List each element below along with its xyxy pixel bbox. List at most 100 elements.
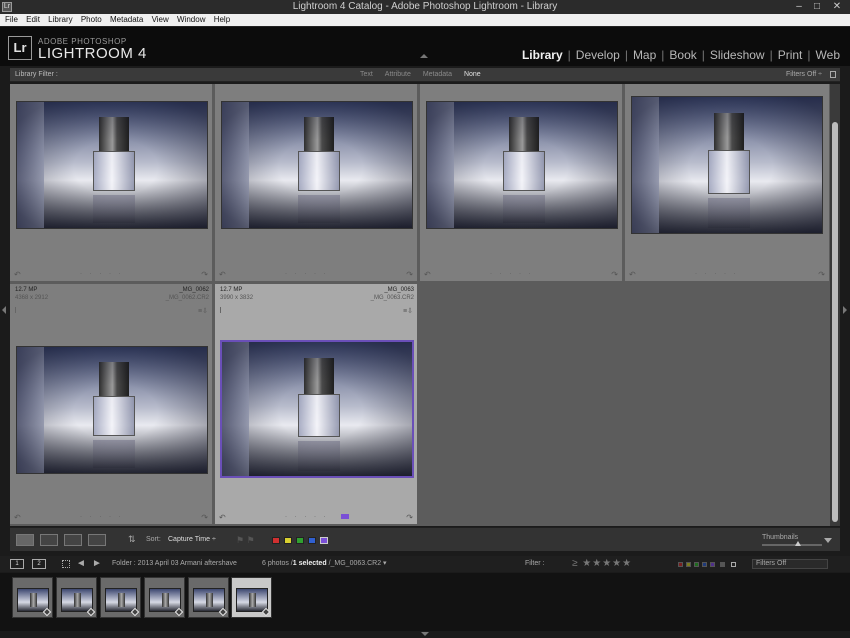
module-map[interactable]: Map xyxy=(633,48,656,62)
rotate-left-icon[interactable]: ↶ xyxy=(424,270,431,279)
menu-edit[interactable]: Edit xyxy=(26,14,40,26)
menu-help[interactable]: Help xyxy=(214,14,230,26)
collapse-filmstrip-icon[interactable] xyxy=(421,632,429,636)
rating-dots[interactable]: · · · · · xyxy=(490,271,534,277)
filmstrip-thumbnail-selected[interactable] xyxy=(231,577,272,618)
rotate-left-icon[interactable]: ↶ xyxy=(219,513,226,522)
expand-left-panel-icon[interactable] xyxy=(2,306,6,314)
photo-thumbnail[interactable] xyxy=(220,340,414,478)
menu-window[interactable]: Window xyxy=(177,14,205,26)
rating-filter-stars[interactable]: ≥ ★★★★★ xyxy=(572,556,632,572)
filter-red-swatch[interactable] xyxy=(678,562,683,567)
app-icon[interactable]: Lr xyxy=(2,2,12,12)
flag-buttons[interactable]: ⚑ ⚑ xyxy=(236,535,255,546)
scrollbar-thumb[interactable] xyxy=(832,122,838,522)
rotate-right-icon[interactable]: ↷ xyxy=(201,270,208,279)
module-book[interactable]: Book xyxy=(669,48,696,62)
maximize-icon[interactable]: □ xyxy=(808,0,826,14)
rotate-left-icon[interactable]: ↶ xyxy=(14,270,21,279)
filter-presets-dropdown[interactable]: Filters Off ÷ xyxy=(786,68,822,82)
color-label-blue[interactable] xyxy=(308,537,316,544)
metadata-badge-icon[interactable]: ≡⇩ xyxy=(198,307,208,315)
rating-dots[interactable]: · · · · · xyxy=(80,514,124,520)
expand-right-panel-icon[interactable] xyxy=(843,306,847,314)
rotate-left-icon[interactable]: ↶ xyxy=(629,270,636,279)
filmstrip-thumbnail[interactable] xyxy=(12,577,53,618)
photo-thumbnail[interactable] xyxy=(631,96,823,234)
photo-thumbnail[interactable] xyxy=(426,101,618,229)
collapse-top-panel-icon[interactable] xyxy=(420,54,428,58)
rotate-right-icon[interactable]: ↷ xyxy=(611,270,618,279)
grid-cell[interactable]: ↶ · · · · · ↷ xyxy=(625,84,830,282)
menu-file[interactable]: File xyxy=(5,14,18,26)
color-label-green[interactable] xyxy=(296,537,304,544)
grid-cell[interactable]: ↶ · · · · · ↷ xyxy=(215,84,418,282)
filmstrip-thumbnail[interactable] xyxy=(188,577,229,618)
filter-tab-text[interactable]: Text xyxy=(360,68,373,82)
photo-thumbnail[interactable] xyxy=(16,101,208,229)
photo-thumbnail[interactable] xyxy=(16,346,208,474)
folder-path[interactable]: Folder : 2013 April 03 Armani aftershave xyxy=(112,556,237,572)
filter-tab-metadata[interactable]: Metadata xyxy=(423,68,452,82)
module-print[interactable]: Print xyxy=(778,48,803,62)
rating-dots[interactable]: · · · · · xyxy=(80,271,124,277)
back-arrow-icon[interactable]: ◄ xyxy=(76,556,86,572)
rating-dots[interactable]: · · · · · xyxy=(695,271,739,277)
metadata-badge-icon[interactable]: ≡⇩ xyxy=(403,307,413,315)
filter-blue-swatch[interactable] xyxy=(702,562,707,567)
rotate-right-icon[interactable]: ↷ xyxy=(818,270,825,279)
grid-cell[interactable]: ↶ · · · · · ↷ xyxy=(10,84,213,282)
rating-dots[interactable]: · · · · · xyxy=(285,514,329,520)
rotate-right-icon[interactable]: ↷ xyxy=(201,513,208,522)
rating-dots[interactable]: · · · · · xyxy=(285,271,329,277)
grid-view-icon[interactable] xyxy=(16,534,34,546)
menu-photo[interactable]: Photo xyxy=(81,14,102,26)
rotate-left-icon[interactable]: ↶ xyxy=(219,270,226,279)
color-label-purple[interactable] xyxy=(341,514,349,519)
menu-view[interactable]: View xyxy=(152,14,169,26)
module-web[interactable]: Web xyxy=(816,48,840,62)
filter-tab-none[interactable]: None xyxy=(464,68,481,82)
flag-icon[interactable] xyxy=(220,307,224,313)
forward-arrow-icon[interactable]: ► xyxy=(92,556,102,572)
filter-none-swatch[interactable] xyxy=(731,562,736,567)
filter-green-swatch[interactable] xyxy=(694,562,699,567)
menu-metadata[interactable]: Metadata xyxy=(110,14,143,26)
toolbar-menu-icon[interactable] xyxy=(824,538,832,543)
grid-cell[interactable]: 12.7 MP _MG_0062 4368 x 2912 _MG_0062.CR… xyxy=(10,284,213,525)
filmstrip-thumbnail[interactable] xyxy=(144,577,185,618)
sort-dropdown[interactable]: Capture Time ÷ xyxy=(168,536,216,543)
filmstrip-thumbnail[interactable] xyxy=(56,577,97,618)
module-develop[interactable]: Develop xyxy=(576,48,620,62)
grid-cell-selected[interactable]: 12.7 MP _MG_0063 3990 x 3832 _MG_0063.CR… xyxy=(215,284,418,525)
color-label-purple[interactable] xyxy=(320,537,328,544)
grid-scrollbar[interactable] xyxy=(830,84,840,526)
filter-other-swatch[interactable] xyxy=(720,562,725,567)
grid-cell[interactable]: ↶ · · · · · ↷ xyxy=(420,84,623,282)
photo-count[interactable]: 6 photos /1 selected /_MG_0063.CR2 ▾ xyxy=(262,556,387,572)
rotate-right-icon[interactable]: ↷ xyxy=(406,513,413,522)
flag-icon[interactable] xyxy=(15,307,19,313)
survey-view-icon[interactable] xyxy=(88,534,106,546)
sort-direction-icon[interactable]: ⇅ xyxy=(128,534,136,545)
filter-yellow-swatch[interactable] xyxy=(686,562,691,567)
minimize-icon[interactable]: – xyxy=(790,0,808,14)
monitor-1-button[interactable]: 1 xyxy=(10,559,24,569)
menu-library[interactable]: Library xyxy=(48,14,72,26)
grid-icon[interactable] xyxy=(62,560,70,568)
module-slideshow[interactable]: Slideshow xyxy=(710,48,765,62)
filter-purple-swatch[interactable] xyxy=(710,562,715,567)
color-label-yellow[interactable] xyxy=(284,537,292,544)
loupe-view-icon[interactable] xyxy=(40,534,58,546)
rotate-right-icon[interactable]: ↷ xyxy=(406,270,413,279)
filmstrip-thumbnail[interactable] xyxy=(100,577,141,618)
compare-view-icon[interactable] xyxy=(64,534,82,546)
module-library[interactable]: Library xyxy=(522,48,563,62)
filter-tab-attribute[interactable]: Attribute xyxy=(385,68,411,82)
lock-icon[interactable] xyxy=(830,71,836,78)
filmstrip-filter-dropdown[interactable]: Filters Off xyxy=(752,559,828,569)
close-icon[interactable]: ✕ xyxy=(828,0,846,14)
monitor-2-button[interactable]: 2 xyxy=(32,559,46,569)
thumbnail-size-slider[interactable] xyxy=(762,544,822,546)
photo-thumbnail[interactable] xyxy=(221,101,413,229)
